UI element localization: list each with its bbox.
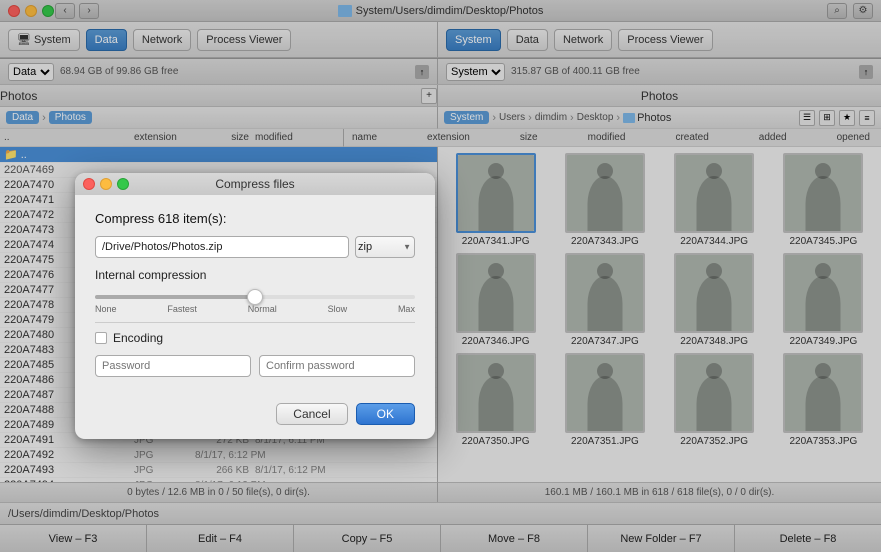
slider-label-slow: Slow	[328, 304, 348, 314]
format-select[interactable]: zip tar gz	[355, 236, 415, 258]
dialog-divider	[95, 322, 415, 323]
password-input[interactable]	[95, 355, 251, 377]
slider-labels: None Fastest Normal Slow Max	[95, 304, 415, 314]
compression-slider[interactable]	[95, 295, 415, 299]
password-row	[95, 355, 415, 377]
path-format-row: zip tar gz	[95, 236, 415, 258]
compression-section-label: Internal compression	[95, 268, 415, 282]
dialog-minimize-button[interactable]	[100, 178, 112, 190]
cancel-button[interactable]: Cancel	[276, 403, 347, 425]
dialog-overlay: Compress files Compress 618 item(s): zip…	[0, 0, 881, 552]
dialog-title: Compress files	[215, 177, 294, 191]
dialog-footer: Cancel OK	[75, 403, 435, 439]
dialog-traffic-lights	[83, 178, 129, 190]
slider-container: None Fastest Normal Slow Max	[95, 288, 415, 314]
dialog-body: Compress 618 item(s): zip tar gz Interna…	[75, 195, 435, 403]
dialog-close-button[interactable]	[83, 178, 95, 190]
slider-label-max: Max	[398, 304, 415, 314]
confirm-password-input[interactable]	[259, 355, 415, 377]
compress-items-label: Compress 618 item(s):	[95, 211, 415, 226]
ok-button[interactable]: OK	[356, 403, 415, 425]
dialog-title-bar: Compress files	[75, 173, 435, 195]
slider-label-fastest: Fastest	[167, 304, 197, 314]
format-select-wrapper: zip tar gz	[355, 236, 415, 258]
dialog-maximize-button[interactable]	[117, 178, 129, 190]
slider-label-none: None	[95, 304, 117, 314]
slider-label-normal: Normal	[248, 304, 277, 314]
encoding-row: Encoding	[95, 331, 415, 345]
compress-dialog: Compress files Compress 618 item(s): zip…	[75, 173, 435, 439]
encoding-label: Encoding	[113, 331, 163, 345]
path-input[interactable]	[95, 236, 349, 258]
encoding-checkbox[interactable]	[95, 332, 107, 344]
